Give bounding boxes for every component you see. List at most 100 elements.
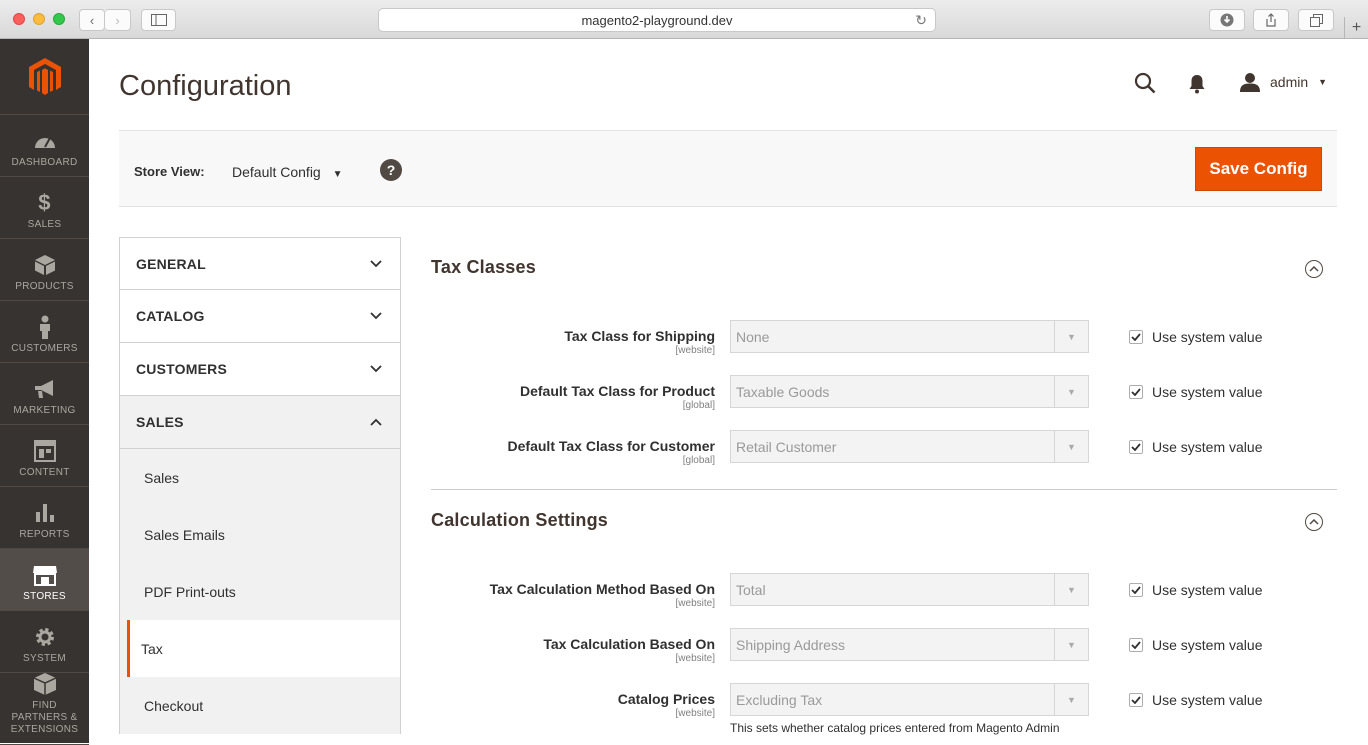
store-view-value: Default Config (232, 164, 321, 180)
use-system-value-checkbox[interactable]: Use system value (1129, 439, 1262, 455)
tab-sales[interactable]: SALES (119, 396, 401, 449)
nav-item-products[interactable]: PRODUCTS (0, 239, 89, 301)
checkbox-label: Use system value (1152, 692, 1263, 708)
page-title: Configuration (119, 70, 292, 102)
field-scope: [website] (675, 345, 715, 356)
download-icon (1220, 13, 1234, 27)
nav-label: MARKETING (13, 405, 76, 416)
use-system-value-checkbox[interactable]: Use system value (1129, 637, 1262, 653)
field-label-text: Tax Calculation Method Based On (489, 581, 715, 597)
section-title-calculation-settings[interactable]: Calculation Settings (431, 510, 608, 531)
nav-item-customers[interactable]: CUSTOMERS (0, 301, 89, 363)
checkmark-icon (1129, 385, 1143, 399)
nav-item-find-partners[interactable]: FIND PARTNERS & EXTENSIONS (0, 673, 89, 745)
tab-item-checkout[interactable]: Checkout (120, 677, 400, 734)
share-button[interactable] (1253, 9, 1289, 31)
default-tax-class-product-select[interactable]: Taxable Goods ▼ (730, 375, 1089, 408)
tax-calculation-based-on-select[interactable]: Shipping Address ▼ (730, 628, 1089, 661)
minimize-window-button[interactable] (33, 13, 45, 25)
section-title-tax-classes[interactable]: Tax Classes (431, 257, 536, 278)
nav-label: STORES (23, 591, 66, 602)
use-system-value-checkbox[interactable]: Use system value (1129, 692, 1262, 708)
downloads-button[interactable] (1209, 9, 1245, 31)
checkbox-label: Use system value (1152, 384, 1263, 400)
tab-item-sales-emails[interactable]: Sales Emails (120, 506, 400, 563)
field-scope: [website] (675, 708, 715, 719)
field-scope: [global] (682, 400, 715, 411)
address-bar[interactable]: magento2-playground.dev ↻ (378, 8, 936, 32)
tab-item-tax[interactable]: Tax (127, 620, 401, 677)
dashboard-icon (33, 129, 57, 153)
new-tab-button[interactable]: + (1344, 17, 1368, 39)
tab-item-sales[interactable]: Sales (120, 449, 400, 506)
field-label-text: Default Tax Class for Product (519, 383, 715, 399)
select-value: Shipping Address (736, 636, 845, 653)
save-config-button[interactable]: Save Config (1195, 147, 1322, 191)
field-row: Tax Class for Shipping [website] None ▼ … (431, 320, 1337, 360)
tab-general[interactable]: GENERAL (119, 237, 401, 290)
megaphone-icon (33, 377, 57, 401)
tab-item-pdf-printouts[interactable]: PDF Print-outs (120, 563, 400, 620)
search-button[interactable] (1134, 72, 1156, 99)
forward-button[interactable]: › (105, 9, 131, 31)
use-system-value-checkbox[interactable]: Use system value (1129, 384, 1262, 400)
nav-item-marketing[interactable]: MARKETING (0, 363, 89, 425)
blocks-icon (32, 672, 58, 696)
sidebar-icon (150, 14, 167, 26)
chevron-down-icon (370, 259, 382, 267)
field-label: Catalog Prices [website] (618, 691, 715, 719)
caret-down-icon: ▼ (1054, 629, 1088, 660)
nav-item-content[interactable]: CONTENT (0, 425, 89, 487)
checkmark-icon (1129, 638, 1143, 652)
sales-tab-items: Sales Sales Emails PDF Print-outs Tax Ch… (119, 449, 401, 734)
back-button[interactable]: ‹ (79, 9, 105, 31)
use-system-value-checkbox[interactable]: Use system value (1129, 329, 1262, 345)
tax-class-shipping-select[interactable]: None ▼ (730, 320, 1089, 353)
select-value: None (736, 328, 770, 345)
catalog-prices-select[interactable]: Excluding Tax ▼ (730, 683, 1089, 716)
field-label-text: Catalog Prices (617, 691, 715, 707)
nav-item-dashboard[interactable]: DASHBOARD (0, 115, 89, 177)
chevron-down-icon (370, 312, 382, 320)
select-value: Taxable Goods (736, 383, 830, 400)
help-icon[interactable]: ? (380, 159, 402, 181)
nav-item-system[interactable]: SYSTEM (0, 611, 89, 673)
reload-icon[interactable]: ↻ (915, 12, 927, 29)
magento-logo[interactable] (0, 39, 89, 115)
checkbox-label: Use system value (1152, 329, 1263, 345)
nav-item-sales[interactable]: $ SALES (0, 177, 89, 239)
store-view-switcher[interactable]: Default Config ▼ (232, 164, 343, 180)
field-row: Catalog Prices [website] Excluding Tax ▼… (431, 683, 1337, 723)
sidebar-toggle-button[interactable] (141, 9, 176, 31)
nav-item-stores[interactable]: STORES (0, 549, 89, 611)
use-system-value-checkbox[interactable]: Use system value (1129, 582, 1262, 598)
admin-username: admin (1270, 74, 1309, 90)
tab-customers[interactable]: CUSTOMERS (119, 343, 401, 396)
field-label-text: Tax Calculation Based On (543, 636, 715, 652)
tab-label: CUSTOMERS (136, 361, 227, 377)
field-row: Tax Calculation Based On [website] Shipp… (431, 628, 1337, 668)
collapse-section-button[interactable] (1305, 260, 1323, 278)
nav-label: CUSTOMERS (11, 343, 78, 354)
tab-label: SALES (136, 414, 184, 430)
plus-icon: + (1351, 19, 1362, 36)
default-tax-class-customer-select[interactable]: Retail Customer ▼ (730, 430, 1089, 463)
tabs-icon (1309, 13, 1323, 27)
chevron-up-icon (1309, 266, 1319, 272)
field-label: Tax Calculation Method Based On [website… (490, 581, 715, 609)
field-label: Default Tax Class for Customer [global] (508, 438, 715, 466)
tax-calculation-method-select[interactable]: Total ▼ (730, 573, 1089, 606)
field-scope: [website] (675, 598, 715, 609)
close-window-button[interactable] (13, 13, 25, 25)
admin-sidebar: DASHBOARD $ SALES PRODUCTS CUSTOMERS MAR… (0, 39, 89, 745)
bell-icon (1189, 75, 1205, 94)
tabs-overview-button[interactable] (1298, 9, 1334, 31)
nav-item-reports[interactable]: REPORTS (0, 487, 89, 549)
zoom-window-button[interactable] (53, 13, 65, 25)
search-icon (1134, 72, 1156, 94)
admin-user-menu[interactable]: admin ▼ (1240, 72, 1327, 92)
tab-catalog[interactable]: CATALOG (119, 290, 401, 343)
notifications-button[interactable] (1188, 74, 1206, 99)
collapse-section-button[interactable] (1305, 513, 1323, 531)
checkmark-icon (1129, 583, 1143, 597)
